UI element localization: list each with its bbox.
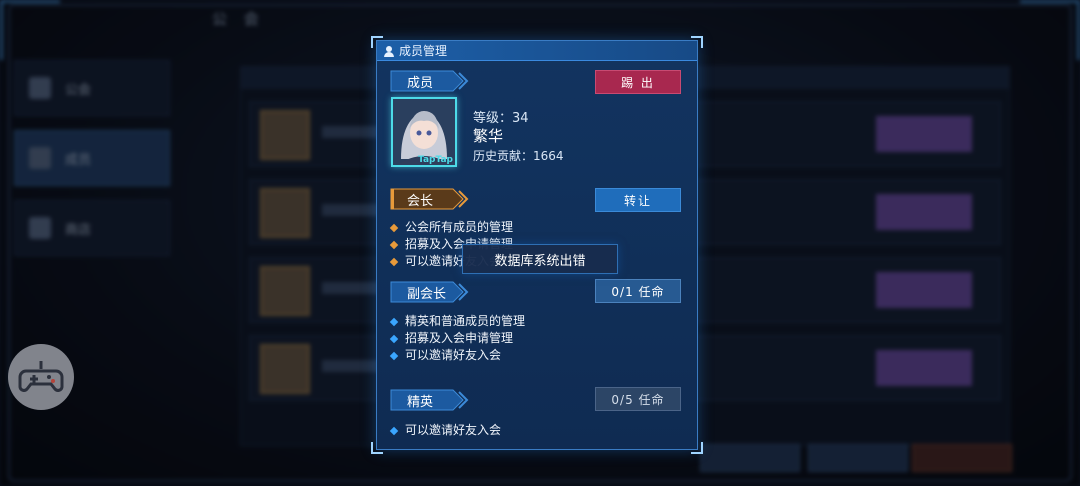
member-name: 繁华 bbox=[473, 127, 504, 145]
bullet-icon bbox=[389, 351, 399, 360]
member-contribution: 历史贡献：1664 bbox=[473, 149, 564, 163]
tab-label: 成员 bbox=[407, 75, 434, 91]
list-item: 精英和普通成员的管理 bbox=[389, 313, 525, 330]
gamepad-overlay-button[interactable] bbox=[8, 344, 74, 410]
tab-label: 会长 bbox=[407, 193, 434, 209]
appoint-elite-button[interactable]: 0/5 任命 bbox=[595, 387, 681, 411]
member-avatar: TapTap bbox=[391, 97, 457, 167]
bullet-icon bbox=[389, 240, 399, 249]
sidebar-item-shop: 商店 bbox=[14, 200, 170, 256]
dialog-header: 成员管理 bbox=[377, 41, 697, 61]
members-icon bbox=[29, 147, 51, 169]
vice-president-permissions: 精英和普通成员的管理 招募及入会申请管理 可以邀请好友入会 bbox=[389, 313, 525, 364]
background-button bbox=[700, 444, 800, 472]
bullet-icon bbox=[389, 257, 399, 266]
background-corner-right bbox=[1020, 0, 1080, 60]
list-item: 可以邀请好友入会 bbox=[389, 347, 525, 364]
sidebar-item-members: 成员 bbox=[14, 130, 170, 186]
bullet-icon bbox=[389, 334, 399, 343]
sidebar-item-label: 商店 bbox=[65, 222, 92, 238]
bullet-icon bbox=[389, 223, 399, 232]
gamepad-icon bbox=[18, 361, 64, 392]
panel-corner bbox=[691, 442, 703, 454]
tab-member: 成员 bbox=[389, 69, 469, 93]
kick-button[interactable]: 踢 出 bbox=[595, 70, 681, 94]
background-sidebar: 公会 成员 商店 bbox=[14, 60, 170, 390]
tab-label: 副会长 bbox=[407, 286, 447, 302]
sidebar-item-label: 成员 bbox=[65, 152, 92, 168]
list-item: 招募及入会申请管理 bbox=[389, 330, 525, 347]
tab-elite: 精英 bbox=[389, 388, 469, 412]
background-corner-left bbox=[0, 0, 60, 60]
dialog-title: 成员管理 bbox=[399, 44, 448, 58]
error-toast: 数据库系统出错 bbox=[462, 244, 618, 274]
appoint-vice-president-button[interactable]: 0/1 任命 bbox=[595, 279, 681, 303]
tab-vice-president: 副会长 bbox=[389, 280, 469, 304]
tab-label: 精英 bbox=[407, 394, 434, 410]
bullet-icon bbox=[389, 426, 399, 435]
avatar-watermark: TapTap bbox=[418, 155, 453, 165]
elite-permissions: 可以邀请好友入会 bbox=[389, 422, 501, 439]
list-item: 可以邀请好友入会 bbox=[389, 422, 501, 439]
background-title: 公 会 bbox=[212, 10, 265, 28]
sidebar-item-guild: 公会 bbox=[14, 60, 170, 116]
sidebar-item-label: 公会 bbox=[65, 82, 92, 98]
guild-icon bbox=[29, 77, 51, 99]
background-button bbox=[912, 444, 1012, 472]
transfer-button[interactable]: 转让 bbox=[595, 188, 681, 212]
list-item: 公会所有成员的管理 bbox=[389, 219, 513, 236]
member-icon bbox=[384, 45, 394, 57]
panel-corner bbox=[371, 442, 383, 454]
tab-president: 会长 bbox=[389, 187, 469, 211]
bullet-icon bbox=[389, 317, 399, 326]
shop-icon bbox=[29, 217, 51, 239]
background-button bbox=[808, 444, 908, 472]
member-level: 等级：34 bbox=[473, 111, 529, 126]
